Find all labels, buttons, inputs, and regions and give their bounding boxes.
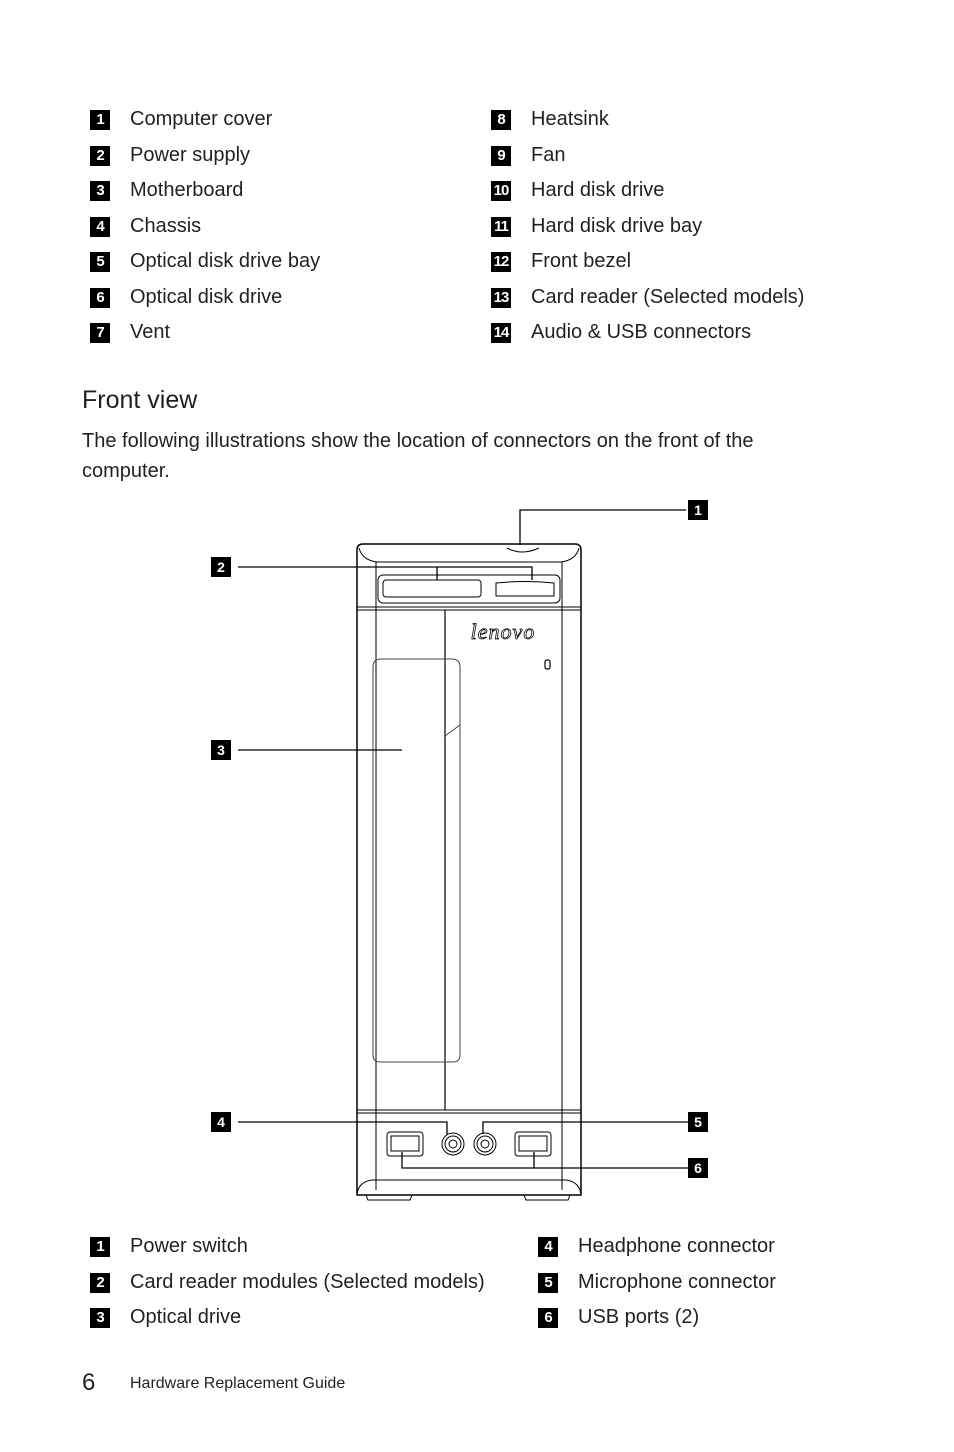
card-slot-small — [495, 581, 555, 597]
leader-line-1 — [519, 509, 686, 545]
part-label: Optical disk drive bay — [130, 250, 321, 272]
callout-6: 6 — [688, 1158, 708, 1178]
card-reader-panel — [377, 574, 561, 604]
part-label: Heatsink — [531, 108, 609, 130]
callout-badge: 2 — [90, 1272, 110, 1293]
leader-line-6 — [401, 1152, 688, 1169]
power-button — [506, 547, 540, 553]
callout-2: 2 — [211, 557, 231, 577]
connector-label: Optical drive — [130, 1306, 242, 1328]
lenovo-logo: lenovo — [471, 619, 536, 644]
connector-label: Headphone connector — [578, 1235, 775, 1257]
svg-text:1: 1 — [694, 502, 702, 518]
tower-base — [356, 1179, 582, 1196]
part-label: Computer cover — [130, 108, 273, 130]
leader-line-2 — [238, 566, 533, 580]
callout-4: 4 — [211, 1112, 231, 1132]
part-label: Chassis — [130, 214, 202, 237]
optical-drive — [372, 658, 461, 1063]
svg-text:5: 5 — [694, 1114, 702, 1130]
callout-badge: 1 — [90, 110, 110, 130]
intro-paragraph: The following illustrations show the loc… — [82, 430, 754, 482]
callout-badge: 5 — [538, 1272, 558, 1293]
connector-label: Microphone connector — [578, 1270, 776, 1293]
callout-badge: 10 — [491, 181, 511, 201]
part-label: Hard disk drive bay — [531, 214, 703, 237]
callout-badge: 2 — [90, 145, 110, 166]
connector-label: Power switch — [130, 1235, 248, 1257]
connector-label: USB ports (2) — [578, 1306, 700, 1328]
tower-outline — [356, 543, 582, 1196]
part-label: Card reader (Selected models) — [531, 285, 805, 308]
svg-text:4: 4 — [217, 1114, 225, 1130]
front-view-diagram: lenovo 1 2 3 4 5 6 — [211, 500, 708, 1201]
callout-5: 5 — [688, 1112, 708, 1132]
callout-badge: 9 — [491, 145, 511, 166]
callout-badge: 4 — [538, 1237, 558, 1257]
callout-badge: 5 — [90, 252, 110, 272]
callout-badge: 11 — [491, 216, 511, 237]
part-label: Front bezel — [531, 250, 632, 272]
part-label: Optical disk drive — [130, 285, 283, 308]
callout-badge: 3 — [90, 181, 110, 201]
hdd-led-icon — [544, 659, 551, 670]
top-bevel — [358, 547, 580, 563]
callout-badge: 8 — [491, 110, 511, 130]
callout-badge: 13 — [491, 287, 511, 308]
callout-badge: 7 — [90, 323, 110, 343]
section-title: Front view — [82, 386, 198, 414]
part-label: Vent — [130, 321, 171, 343]
page-number: 6 — [82, 1369, 96, 1396]
part-label: Fan — [531, 143, 566, 166]
svg-text:3: 3 — [217, 742, 225, 758]
connector-label: Card reader modules (Selected models) — [130, 1270, 485, 1293]
callout-1: 1 — [688, 500, 708, 520]
callout-badge: 3 — [90, 1308, 110, 1328]
part-label: Audio & USB connectors — [531, 321, 752, 343]
svg-text:2: 2 — [217, 559, 225, 575]
callout-badge: 6 — [90, 287, 110, 308]
footer-title: Hardware Replacement Guide — [130, 1375, 346, 1392]
part-label: Motherboard — [130, 179, 244, 201]
callout-badge: 4 — [90, 216, 110, 237]
part-label: Hard disk drive — [531, 179, 665, 201]
card-slot-large — [382, 579, 482, 598]
part-label: Power supply — [130, 143, 251, 166]
callout-badge: 1 — [90, 1237, 110, 1257]
callout-badge: 14 — [491, 323, 511, 343]
svg-text:6: 6 — [694, 1160, 702, 1176]
leader-line-5 — [482, 1121, 688, 1134]
callout-badge: 12 — [491, 252, 511, 272]
callout-badge: 6 — [538, 1308, 558, 1328]
callout-3: 3 — [211, 740, 231, 760]
